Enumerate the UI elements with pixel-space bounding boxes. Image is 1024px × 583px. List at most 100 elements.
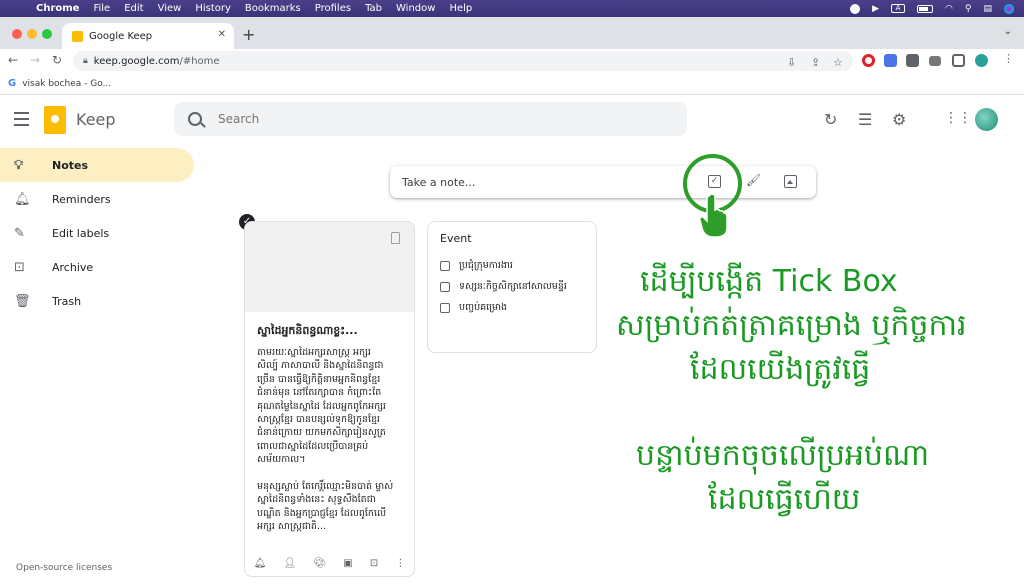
chrome-menu-icon[interactable]: ⋮ <box>1003 52 1016 65</box>
tab-search-chevron-icon[interactable]: ⌄ <box>1004 26 1012 37</box>
note-body: តាមរយៈស្នាដៃអក្សរសាស្ត្រ អក្សរ សិល្ប៍ ភា… <box>257 347 394 533</box>
menu-bookmarks[interactable]: Bookmarks <box>245 3 301 14</box>
reload-icon[interactable]: ↻ <box>52 53 62 67</box>
control-center-icon[interactable]: ▤ <box>983 4 992 14</box>
opera-extension-icon[interactable] <box>862 54 875 67</box>
checklist-item[interactable]: ទស្សនៈកិច្ចសិក្សានៅសាលមន្ទីរ <box>440 276 584 297</box>
list-view-icon[interactable]: ☰ <box>858 110 872 129</box>
lock-icon[interactable]: 🔒︎ <box>83 56 88 66</box>
instruction-caption-line-4: បន្ទាប់មកចុចលើប្រអប់ណា <box>636 438 930 473</box>
refresh-icon[interactable]: ↻ <box>824 110 837 129</box>
take-note-bar[interactable]: Take a note... ✓ 🖌︎ <box>390 166 816 198</box>
more-options-icon[interactable]: ⋮ <box>395 558 405 569</box>
menu-history[interactable]: History <box>195 3 231 14</box>
forward-arrow-icon[interactable]: → <box>30 53 40 67</box>
note-toolbar: 🔔︎ 👤︎ 🎨︎ ▣ ⊡ ⋮ <box>245 550 414 576</box>
checklist-item[interactable]: ប្រជុំក្រុមការងារ <box>440 255 584 276</box>
sidebar-item-archive[interactable]: ⊡ Archive <box>0 250 194 284</box>
archive-icon[interactable]: ⊡ <box>370 558 378 569</box>
note-title: ស្នាដៃអ្នកនិពន្ធណាខ្លះ... <box>257 324 358 337</box>
checkbox[interactable] <box>440 281 450 292</box>
battery-icon[interactable] <box>917 4 934 13</box>
palette-icon[interactable]: 🎨︎ <box>313 558 326 569</box>
play-icon[interactable]: ▶ <box>872 4 879 14</box>
collaborator-icon[interactable]: 👤︎ <box>283 558 296 569</box>
new-drawing-brush-icon[interactable]: 🖌︎ <box>746 173 761 187</box>
install-app-icon[interactable]: ⇩ <box>787 56 796 69</box>
pin-icon[interactable] <box>391 232 400 244</box>
menu-edit[interactable]: Edit <box>124 3 143 14</box>
address-bar[interactable]: 🔒︎ keep.google.com/#home ⇩ ⇪ ☆ <box>73 51 853 71</box>
keep-favicon-icon <box>72 30 83 42</box>
pointing-hand-icon <box>699 193 728 238</box>
note-card[interactable]: ស្នាដៃអ្នកនិពន្ធណាខ្លះ... តាមរយៈស្នាដៃអក… <box>244 221 415 577</box>
menu-profiles[interactable]: Profiles <box>315 3 351 14</box>
menu-app-name[interactable]: Chrome <box>36 3 79 14</box>
archive-icon: ⊡ <box>14 259 25 275</box>
menu-view[interactable]: View <box>158 3 182 14</box>
reading-list-icon[interactable] <box>929 56 941 66</box>
side-panel-icon[interactable] <box>952 54 965 67</box>
sidebar-item-label: Notes <box>52 158 89 172</box>
keep-header: Keep ↻ ☰ ⚙ ⋮⋮⋮ <box>0 96 1024 144</box>
keep-logo-icon[interactable] <box>44 106 66 134</box>
share-icon[interactable]: ⇪ <box>811 56 820 69</box>
google-g-icon: G <box>8 78 17 89</box>
creative-cloud-icon[interactable] <box>850 3 861 14</box>
sidebar-item-label: Edit labels <box>52 226 110 240</box>
spotlight-search-icon[interactable]: ⚲ <box>965 4 972 14</box>
tab-close-icon[interactable]: ✕ <box>218 29 226 40</box>
menu-help[interactable]: Help <box>449 3 472 14</box>
note-card-event[interactable]: Event ប្រជុំក្រុមការងារ ទស្សនៈកិច្ចសិក្ស… <box>427 221 597 353</box>
account-avatar[interactable] <box>975 108 998 131</box>
checklist-item[interactable]: បញ្ចប់គម្រោង <box>440 297 584 318</box>
sidebar-item-edit-labels[interactable]: ✎ Edit labels <box>0 216 194 250</box>
search-input[interactable] <box>218 112 618 126</box>
url-host: keep.google.com <box>93 55 180 67</box>
wifi-icon[interactable]: ◠ <box>945 4 953 14</box>
sidebar-item-label: Archive <box>52 260 94 274</box>
tab-title: Google Keep <box>89 30 153 42</box>
new-image-note-icon[interactable] <box>784 175 797 188</box>
translate-extension-icon[interactable] <box>884 54 897 67</box>
checklist-item-label: ទស្សនៈកិច្ចសិក្សានៅសាលមន្ទីរ <box>459 280 567 292</box>
checkbox[interactable] <box>440 302 450 313</box>
app-title[interactable]: Keep <box>76 110 116 129</box>
sidebar-item-label: Trash <box>52 294 82 308</box>
browser-tab-strip: Google Keep ✕ + ⌄ <box>0 17 1024 49</box>
menu-tab[interactable]: Tab <box>365 3 382 14</box>
bookmarks-bar: G visak bochea - Go... <box>0 73 1024 95</box>
bookmark-item[interactable]: visak bochea - Go... <box>22 79 111 89</box>
add-image-icon[interactable]: ▣ <box>343 558 352 569</box>
window-zoom-button[interactable] <box>42 29 52 39</box>
window-close-button[interactable] <box>12 29 22 39</box>
browser-tab-keep[interactable]: Google Keep ✕ <box>62 23 234 49</box>
menu-window[interactable]: Window <box>396 3 435 14</box>
bookmark-star-icon[interactable]: ☆ <box>833 56 843 69</box>
back-arrow-icon[interactable]: ← <box>8 53 18 67</box>
take-note-label[interactable]: Take a note... <box>402 176 475 189</box>
instruction-caption-line-2: សម្រាប់កត់ត្រាគម្រោង ឬកិច្ចការ <box>616 308 967 343</box>
sidebar-item-notes[interactable]: 💡︎ Notes <box>0 148 194 182</box>
input-source-icon[interactable]: A <box>891 4 906 13</box>
search-icon[interactable] <box>188 112 202 126</box>
profile-avatar-icon[interactable] <box>975 54 988 67</box>
extensions-puzzle-icon[interactable] <box>906 54 919 67</box>
remind-me-bell-icon[interactable]: 🔔︎ <box>254 558 267 569</box>
note-title: Event <box>440 232 472 245</box>
siri-icon[interactable] <box>1004 3 1014 14</box>
pencil-icon: ✎ <box>14 225 25 241</box>
sidebar-item-trash[interactable]: 🗑︎ Trash <box>0 284 194 318</box>
window-minimize-button[interactable] <box>27 29 37 39</box>
instruction-caption-line-1: ដើម្បីបង្កើត Tick Box <box>640 264 898 299</box>
sidebar-item-reminders[interactable]: 🔔︎ Reminders <box>0 182 194 216</box>
search-bar[interactable] <box>174 102 687 136</box>
new-tab-button[interactable]: + <box>242 25 255 44</box>
open-source-licenses-link[interactable]: Open-source licenses <box>16 563 112 573</box>
menu-file[interactable]: File <box>93 3 110 14</box>
checkbox[interactable] <box>440 260 450 271</box>
sidebar-item-label: Reminders <box>52 192 111 206</box>
main-menu-icon[interactable] <box>14 112 29 126</box>
url-path: /#home <box>179 55 220 67</box>
settings-gear-icon[interactable]: ⚙ <box>892 110 906 129</box>
